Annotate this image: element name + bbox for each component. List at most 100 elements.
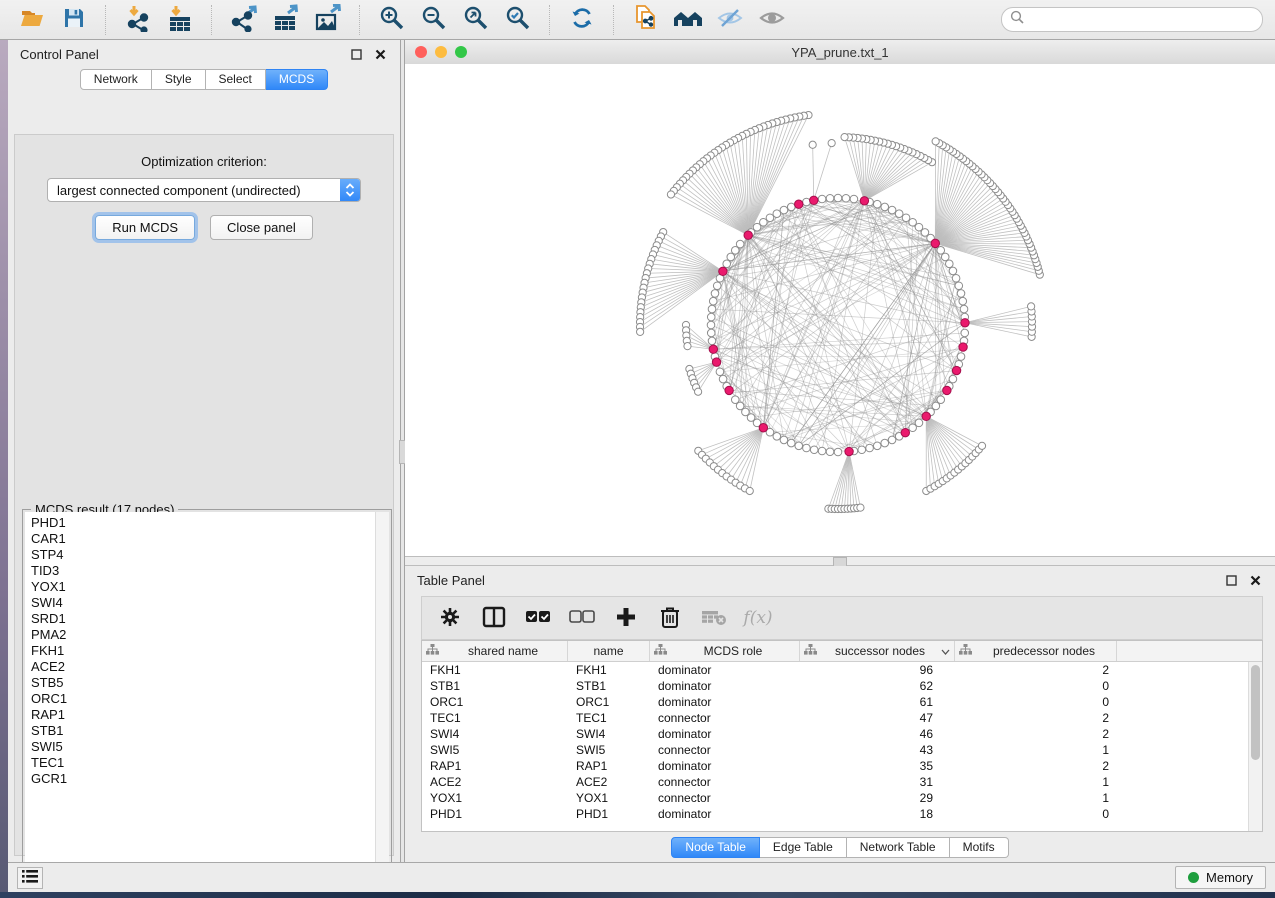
mcds-result-item[interactable]: FKH1 [31, 643, 375, 659]
zoom-selected-button[interactable] [498, 4, 538, 36]
mcds-result-item[interactable]: YOX1 [31, 579, 375, 595]
table-row[interactable]: YOX1YOX1connector291 [422, 790, 1262, 806]
column-header-name[interactable]: name [568, 641, 650, 661]
column-header-predecessor-nodes[interactable]: predecessor nodes [955, 641, 1117, 661]
table-cell: SWI4 [568, 727, 650, 741]
table-cell: 1 [955, 791, 1117, 805]
table-row[interactable]: SWI4SWI4dominator462 [422, 726, 1262, 742]
close-mcds-panel-button[interactable]: Close panel [210, 215, 313, 240]
mcds-result-item[interactable]: STB5 [31, 675, 375, 691]
mcds-result-item[interactable]: SRD1 [31, 611, 375, 627]
zoom-window-button[interactable] [455, 46, 467, 58]
table-row[interactable]: STB1STB1dominator620 [422, 678, 1262, 694]
mcds-result-item[interactable]: TID3 [31, 563, 375, 579]
show-all-button[interactable] [752, 4, 792, 36]
table-row[interactable]: RAP1RAP1dominator352 [422, 758, 1262, 774]
first-neighbors-button[interactable] [668, 4, 708, 36]
export-network-button[interactable] [224, 4, 264, 36]
eye-icon [758, 6, 786, 33]
mcds-result-item[interactable]: CAR1 [31, 531, 375, 547]
mcds-result-item[interactable]: PHD1 [31, 515, 375, 531]
import-network-button[interactable] [118, 4, 158, 36]
scrollbar-thumb[interactable] [1251, 665, 1260, 760]
save-session-button[interactable] [54, 4, 94, 36]
mcds-result-item[interactable]: SWI5 [31, 739, 375, 755]
column-type-icon [426, 644, 443, 658]
close-panel-button[interactable] [372, 46, 388, 62]
zoom-out-button[interactable] [414, 4, 454, 36]
table-cell: dominator [650, 727, 800, 741]
mcds-list-scrollbar[interactable] [375, 512, 389, 876]
horizontal-splitter[interactable] [405, 556, 1275, 566]
select-all-button[interactable] [516, 600, 560, 636]
network-canvas[interactable] [405, 64, 1275, 556]
mcds-result-item[interactable]: STP4 [31, 547, 375, 563]
houses-icon [673, 6, 703, 33]
table-scrollbar[interactable] [1248, 662, 1262, 831]
tab-select[interactable]: Select [206, 69, 266, 90]
mcds-result-item[interactable]: ACE2 [31, 659, 375, 675]
show-columns-button[interactable] [472, 600, 516, 636]
mcds-result-item[interactable]: ORC1 [31, 691, 375, 707]
optimization-criterion-select[interactable]: largest connected component (undirected) [47, 178, 361, 202]
memory-button[interactable]: Memory [1175, 866, 1266, 889]
table-cell: 18 [800, 807, 955, 821]
refresh-layout-button[interactable] [562, 4, 602, 36]
table-options-button[interactable] [428, 600, 472, 636]
table-cell: 62 [800, 679, 955, 693]
minimize-window-button[interactable] [435, 46, 447, 58]
open-session-button[interactable] [12, 4, 52, 36]
table-row[interactable]: FKH1FKH1dominator962 [422, 662, 1262, 678]
delete-column-button[interactable] [648, 600, 692, 636]
table-row[interactable]: PHD1PHD1dominator180 [422, 806, 1262, 822]
search-input[interactable] [1029, 12, 1254, 28]
float-table-panel-button[interactable] [1223, 572, 1239, 588]
import-network-icon [124, 4, 152, 35]
table-delete-icon [701, 608, 727, 629]
tab-style[interactable]: Style [152, 69, 206, 90]
table-cell: dominator [650, 807, 800, 821]
export-table-button[interactable] [266, 4, 306, 36]
close-window-button[interactable] [415, 46, 427, 58]
apply-function-button[interactable]: f(x) [736, 600, 780, 636]
delete-table-button[interactable] [692, 600, 736, 636]
network-window-title: YPA_prune.txt_1 [791, 45, 888, 60]
table-row[interactable]: ACE2ACE2connector311 [422, 774, 1262, 790]
close-table-panel-button[interactable] [1247, 572, 1263, 588]
tab-edge-table[interactable]: Edge Table [760, 837, 847, 858]
tab-node-table[interactable]: Node Table [671, 837, 760, 858]
mcds-result-list[interactable]: PHD1CAR1STP4TID3YOX1SWI4SRD1PMA2FKH1ACE2… [25, 512, 389, 876]
mcds-panel: Optimization criterion: largest connecte… [14, 134, 394, 856]
run-mcds-button[interactable]: Run MCDS [95, 215, 195, 240]
mcds-result-item[interactable]: TEC1 [31, 755, 375, 771]
zoom-fit-button[interactable] [456, 4, 496, 36]
tab-motifs[interactable]: Motifs [950, 837, 1009, 858]
clone-network-button[interactable] [626, 4, 666, 36]
tab-network-table[interactable]: Network Table [847, 837, 950, 858]
export-network-icon [230, 4, 258, 35]
tab-network[interactable]: Network [80, 69, 152, 90]
show-panels-button[interactable] [17, 867, 43, 889]
add-column-button[interactable] [604, 600, 648, 636]
mcds-result-item[interactable]: GCR1 [31, 771, 375, 787]
mcds-result-item[interactable]: PMA2 [31, 627, 375, 643]
mcds-result-item[interactable]: RAP1 [31, 707, 375, 723]
table-row[interactable]: TEC1TEC1connector472 [422, 710, 1262, 726]
column-header-shared-name[interactable]: shared name [422, 641, 568, 661]
zoom-in-button[interactable] [372, 4, 412, 36]
import-table-button[interactable] [160, 4, 200, 36]
hide-selected-button[interactable] [710, 4, 750, 36]
deselect-all-button[interactable] [560, 600, 604, 636]
optimization-criterion-value: largest connected component (undirected) [48, 183, 340, 198]
float-panel-button[interactable] [348, 46, 364, 62]
export-image-button[interactable] [308, 4, 348, 36]
mcds-result-item[interactable]: SWI4 [31, 595, 375, 611]
table-cell: FKH1 [568, 663, 650, 677]
mcds-result-item[interactable]: STB1 [31, 723, 375, 739]
column-header-MCDS-role[interactable]: MCDS role [650, 641, 800, 661]
control-panel: Control Panel NetworkStyleSelectMCDS Opt… [8, 40, 400, 862]
column-header-successor-nodes[interactable]: successor nodes [800, 641, 955, 661]
tab-mcds[interactable]: MCDS [266, 69, 328, 90]
table-row[interactable]: ORC1ORC1dominator610 [422, 694, 1262, 710]
table-row[interactable]: SWI5SWI5connector431 [422, 742, 1262, 758]
